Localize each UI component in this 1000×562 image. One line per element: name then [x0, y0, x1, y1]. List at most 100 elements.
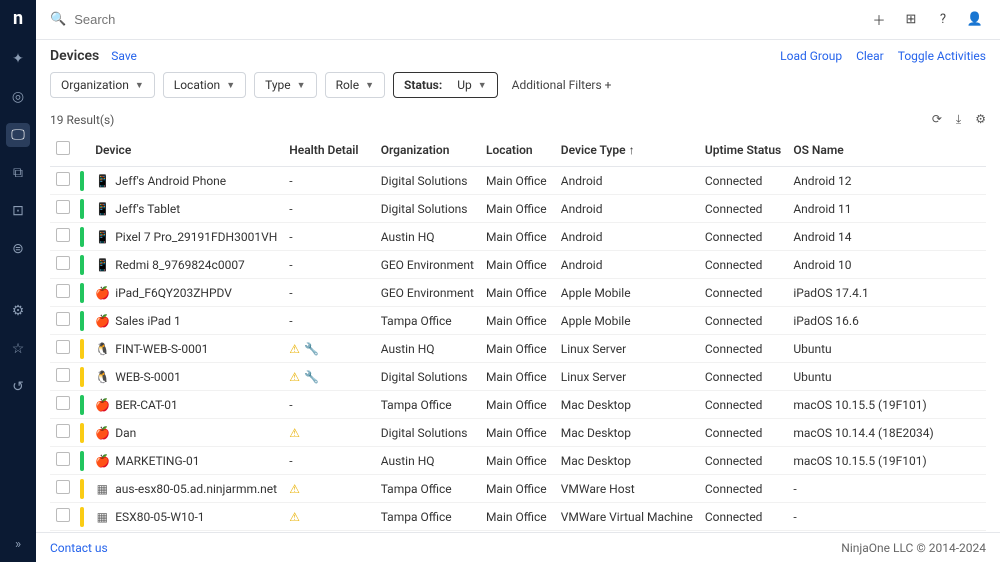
- row-checkbox[interactable]: [56, 172, 70, 186]
- add-icon[interactable]: ＋: [868, 10, 890, 29]
- row-checkbox[interactable]: [56, 424, 70, 438]
- sidebar-expand-icon[interactable]: »: [15, 537, 21, 552]
- cell-location: Main Office: [480, 307, 555, 335]
- table-row[interactable]: 🍎Dan⚠Digital SolutionsMain OfficeMac Des…: [50, 419, 986, 447]
- apps-icon[interactable]: ⊞: [900, 12, 922, 27]
- device-name[interactable]: Redmi 8_9769824c0007: [115, 258, 245, 272]
- table-row[interactable]: 🍎MARKETING-01-Austin HQMain OfficeMac De…: [50, 447, 986, 475]
- health-detail: ⚠: [283, 503, 374, 531]
- table-row[interactable]: 📱Redmi 8_9769824c0007-GEO EnvironmentMai…: [50, 251, 986, 279]
- device-name[interactable]: WEB-S-0001: [115, 370, 181, 384]
- settings-icon[interactable]: ⚙: [975, 112, 986, 127]
- nav-star-icon[interactable]: ☆: [6, 337, 30, 361]
- nav-history-icon[interactable]: ↺: [6, 375, 30, 399]
- cell-device-type: Linux Server: [555, 335, 699, 363]
- filter-role[interactable]: Role▼: [325, 72, 385, 98]
- cell-uptime: Connected: [699, 419, 788, 447]
- col-organization[interactable]: Organization: [375, 133, 480, 167]
- cell-uptime: Connected: [699, 251, 788, 279]
- cell-os: Android 10: [787, 251, 986, 279]
- load-group-link[interactable]: Load Group: [780, 49, 842, 63]
- row-checkbox[interactable]: [56, 228, 70, 242]
- device-name[interactable]: Jeff's Android Phone: [115, 174, 226, 188]
- help-icon[interactable]: ?: [932, 12, 954, 27]
- filter-location[interactable]: Location▼: [163, 72, 246, 98]
- cell-organization: Tampa Office: [375, 475, 480, 503]
- table-row[interactable]: 🍎iPad_F6QY203ZHPDV-GEO EnvironmentMain O…: [50, 279, 986, 307]
- col-uptime[interactable]: Uptime Status: [699, 133, 788, 167]
- health-detail: -: [283, 279, 374, 307]
- device-name[interactable]: BER-CAT-01: [115, 398, 178, 412]
- nav-settings-icon[interactable]: ⚙: [6, 299, 30, 323]
- clear-link[interactable]: Clear: [856, 49, 884, 63]
- nav-disk-icon[interactable]: ⊜: [6, 237, 30, 261]
- additional-filters-link[interactable]: Additional Filters +: [512, 78, 612, 92]
- row-checkbox[interactable]: [56, 284, 70, 298]
- table-row[interactable]: 🐧WEB-S-0001⚠🔧Digital SolutionsMain Offic…: [50, 363, 986, 391]
- row-checkbox[interactable]: [56, 396, 70, 410]
- cell-os: iPadOS 17.4.1: [787, 279, 986, 307]
- row-checkbox[interactable]: [56, 508, 70, 522]
- cell-device-type: Android: [555, 251, 699, 279]
- row-checkbox[interactable]: [56, 368, 70, 382]
- table-row[interactable]: ▦ESX80-05-W10-1⚠Tampa OfficeMain OfficeV…: [50, 503, 986, 531]
- save-link[interactable]: Save: [111, 49, 137, 63]
- warning-icon: ⚠: [289, 482, 300, 496]
- contact-link[interactable]: Contact us: [50, 541, 108, 555]
- row-checkbox[interactable]: [56, 312, 70, 326]
- nav-globe-icon[interactable]: ◎: [6, 85, 30, 109]
- table-container[interactable]: Device Health Detail Organization Locati…: [36, 133, 1000, 532]
- device-name[interactable]: ESX80-05-W10-1: [115, 510, 204, 524]
- search-input[interactable]: [74, 12, 274, 27]
- table-row[interactable]: 📱Pixel 7 Pro_29191FDH3001VH-Austin HQMai…: [50, 223, 986, 251]
- col-location[interactable]: Location: [480, 133, 555, 167]
- device-name[interactable]: MARKETING-01: [115, 454, 199, 468]
- row-checkbox[interactable]: [56, 200, 70, 214]
- table-row[interactable]: ▦aus-esx80-05.ad.ninjarmm.net⚠Tampa Offi…: [50, 475, 986, 503]
- table-row[interactable]: 🍎BER-CAT-01-Tampa OfficeMain OfficeMac D…: [50, 391, 986, 419]
- toggle-activities-link[interactable]: Toggle Activities: [898, 49, 986, 63]
- col-device[interactable]: Device: [89, 133, 283, 167]
- table-row[interactable]: 📱Jeff's Android Phone-Digital SolutionsM…: [50, 167, 986, 195]
- profile-icon[interactable]: 👤: [964, 12, 986, 27]
- refresh-icon[interactable]: ⟳: [932, 112, 942, 127]
- col-health[interactable]: Health Detail: [283, 133, 374, 167]
- search-box[interactable]: 🔍: [50, 12, 858, 27]
- device-name[interactable]: Dan: [115, 426, 136, 440]
- nav-stack-icon[interactable]: ⧉: [6, 161, 30, 185]
- row-checkbox[interactable]: [56, 256, 70, 270]
- device-name[interactable]: iPad_F6QY203ZHPDV: [115, 286, 232, 300]
- device-name[interactable]: aus-esx80-05.ad.ninjarmm.net: [115, 482, 277, 496]
- filter-organization[interactable]: Organization▼: [50, 72, 155, 98]
- row-checkbox[interactable]: [56, 480, 70, 494]
- nav-dashboard-icon[interactable]: ⊡: [6, 199, 30, 223]
- cell-os: macOS 10.15.5 (19F101): [787, 447, 986, 475]
- nav-devices-icon[interactable]: 🖵: [6, 123, 30, 147]
- device-type-icon: 🐧: [95, 370, 109, 384]
- download-icon[interactable]: ⤓: [956, 112, 961, 127]
- table-row[interactable]: 🐧FINT-WEB-S-0001⚠🔧Austin HQMain OfficeLi…: [50, 335, 986, 363]
- row-checkbox[interactable]: [56, 452, 70, 466]
- select-all-checkbox[interactable]: [56, 141, 70, 155]
- device-name[interactable]: FINT-WEB-S-0001: [115, 342, 208, 356]
- filter-type[interactable]: Type▼: [254, 72, 316, 98]
- row-checkbox[interactable]: [56, 340, 70, 354]
- cell-uptime: Connected: [699, 279, 788, 307]
- device-name[interactable]: Sales iPad 1: [115, 314, 181, 328]
- footer: Contact us NinjaOne LLC © 2014-2024: [36, 532, 1000, 562]
- cell-uptime: Connected: [699, 167, 788, 195]
- device-name[interactable]: Pixel 7 Pro_29191FDH3001VH: [115, 230, 277, 244]
- cell-organization: Austin HQ: [375, 223, 480, 251]
- health-detail: ⚠: [283, 475, 374, 503]
- table-row[interactable]: 🍎Sales iPad 1-Tampa OfficeMain OfficeApp…: [50, 307, 986, 335]
- nav-rocket-icon[interactable]: ✦: [6, 47, 30, 71]
- device-type-icon: 🍎: [95, 426, 109, 440]
- device-name[interactable]: Jeff's Tablet: [115, 202, 180, 216]
- col-device-type[interactable]: Device Type ↑: [555, 133, 699, 167]
- col-os[interactable]: OS Name: [787, 133, 986, 167]
- cell-os: Ubuntu: [787, 335, 986, 363]
- filter-bar: Organization▼ Location▼ Type▼ Role▼ Stat…: [36, 68, 1000, 108]
- filter-status[interactable]: Status: Up▼: [393, 72, 498, 98]
- table-row[interactable]: 📱Jeff's Tablet-Digital SolutionsMain Off…: [50, 195, 986, 223]
- cell-device-type: Linux Server: [555, 363, 699, 391]
